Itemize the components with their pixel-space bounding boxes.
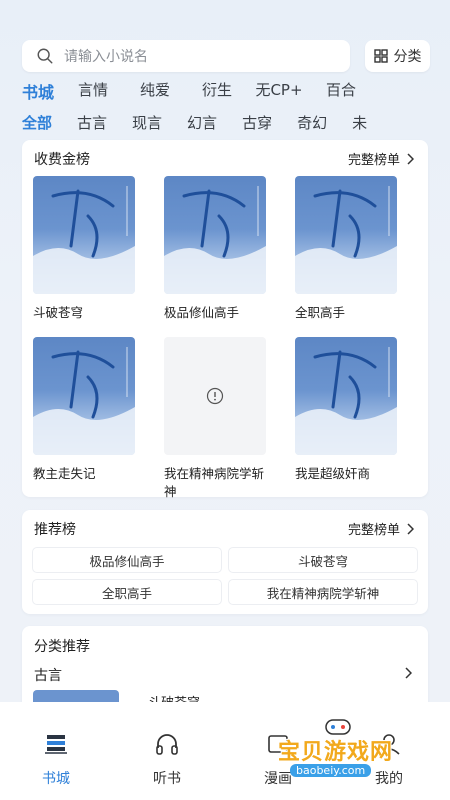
- watermark-logo: 宝贝游戏网 baobeiy.com: [272, 716, 442, 786]
- book-item[interactable]: 极品修仙高手: [164, 176, 266, 322]
- book-cover: [33, 176, 135, 294]
- book-cover: [33, 337, 135, 455]
- book-item[interactable]: 全职高手: [295, 176, 397, 322]
- recommend-item[interactable]: 斗破苍穹: [228, 547, 418, 573]
- search-icon: [37, 48, 53, 64]
- category-rec-subtitle[interactable]: 古言: [34, 665, 62, 685]
- chevron-right-icon: [407, 522, 414, 535]
- tab-pure-love[interactable]: 纯爱: [124, 79, 186, 103]
- watermark-url: baobeiy.com: [290, 764, 372, 777]
- recommend-more-label: 完整榜单: [347, 523, 400, 538]
- secondary-tabs: 全部 古言 现言 幻言 古穿 奇幻 未: [22, 112, 450, 138]
- recommend-title: 推荐榜: [34, 522, 76, 538]
- tab-lily[interactable]: 百合: [310, 79, 372, 103]
- book-cover: [295, 337, 397, 455]
- tab-fantasy-romance[interactable]: 幻言: [187, 112, 217, 138]
- book-title: 我是超级奸商: [295, 466, 371, 481]
- paid-ranking-card: 收费金榜 完整榜单 斗破苍穹 极品修仙高手 全职高手 教主走失记 我在精神病院学…: [22, 140, 428, 499]
- book-cover-placeholder: [164, 337, 266, 455]
- book-title: 教主走失记: [33, 466, 96, 481]
- book-cover: [295, 176, 397, 294]
- tab-modern[interactable]: 现言: [132, 112, 162, 138]
- error-icon: [206, 387, 224, 405]
- headphones-icon: [156, 734, 178, 755]
- book-title: 全职高手: [295, 305, 346, 320]
- bookshelf-icon: [45, 735, 67, 754]
- recommend-item[interactable]: 全职高手: [32, 579, 222, 605]
- tab-ancient[interactable]: 古言: [77, 112, 107, 138]
- tab-time-travel[interactable]: 古穿: [242, 112, 272, 138]
- book-item[interactable]: 教主走失记: [33, 337, 135, 483]
- category-button-label: 分类: [393, 49, 422, 65]
- search-input[interactable]: 请输入小说名: [22, 40, 350, 72]
- nav-audiobook[interactable]: 听书: [127, 732, 207, 788]
- category-button[interactable]: 分类: [365, 40, 430, 72]
- nav-bookstore[interactable]: 书城: [16, 732, 96, 788]
- nav-audiobook-label: 听书: [153, 771, 181, 787]
- recommend-item[interactable]: 我在精神病院学斩神: [228, 579, 418, 605]
- book-title: 极品修仙高手: [164, 305, 240, 320]
- recommend-item[interactable]: 极品修仙高手: [32, 547, 222, 573]
- tab-derivative[interactable]: 衍生: [186, 79, 248, 103]
- chevron-right-icon[interactable]: [404, 667, 412, 679]
- tab-fantasy[interactable]: 奇幻: [297, 112, 327, 138]
- book-title: 我在精神病院学斩神: [164, 466, 265, 499]
- grid-icon: [373, 49, 388, 63]
- category-rec-title: 分类推荐: [34, 639, 90, 655]
- recommend-more[interactable]: 完整榜单: [348, 519, 414, 538]
- tab-bookstore[interactable]: 书城: [22, 79, 62, 103]
- tab-no-cp[interactable]: 无CP+: [248, 79, 310, 103]
- search-placeholder: 请输入小说名: [64, 49, 148, 65]
- tab-romance[interactable]: 言情: [62, 79, 124, 103]
- book-item[interactable]: 斗破苍穹: [33, 176, 135, 322]
- tab-all[interactable]: 全部: [22, 112, 52, 138]
- paid-ranking-more[interactable]: 完整榜单: [348, 149, 414, 168]
- primary-tabs: 书城 言情 纯爱 衍生 无CP+ 百合: [22, 79, 442, 103]
- paid-ranking-title: 收费金榜: [34, 152, 90, 168]
- book-item[interactable]: 我在精神病院学斩神: [164, 337, 266, 501]
- paid-ranking-more-label: 完整榜单: [347, 153, 400, 168]
- search-row: 请输入小说名 分类: [22, 40, 430, 74]
- tab-more[interactable]: 未: [352, 112, 367, 138]
- book-cover: [164, 176, 266, 294]
- book-item[interactable]: 我是超级奸商: [295, 337, 397, 483]
- book-title: 斗破苍穹: [33, 305, 84, 320]
- nav-bookstore-label: 书城: [42, 771, 70, 787]
- watermark-text: 宝贝游戏网: [278, 740, 394, 765]
- recommend-card: 推荐榜 完整榜单 极品修仙高手 斗破苍穹 全职高手 我在精神病院学斩神: [22, 510, 428, 614]
- chevron-right-icon: [407, 152, 414, 165]
